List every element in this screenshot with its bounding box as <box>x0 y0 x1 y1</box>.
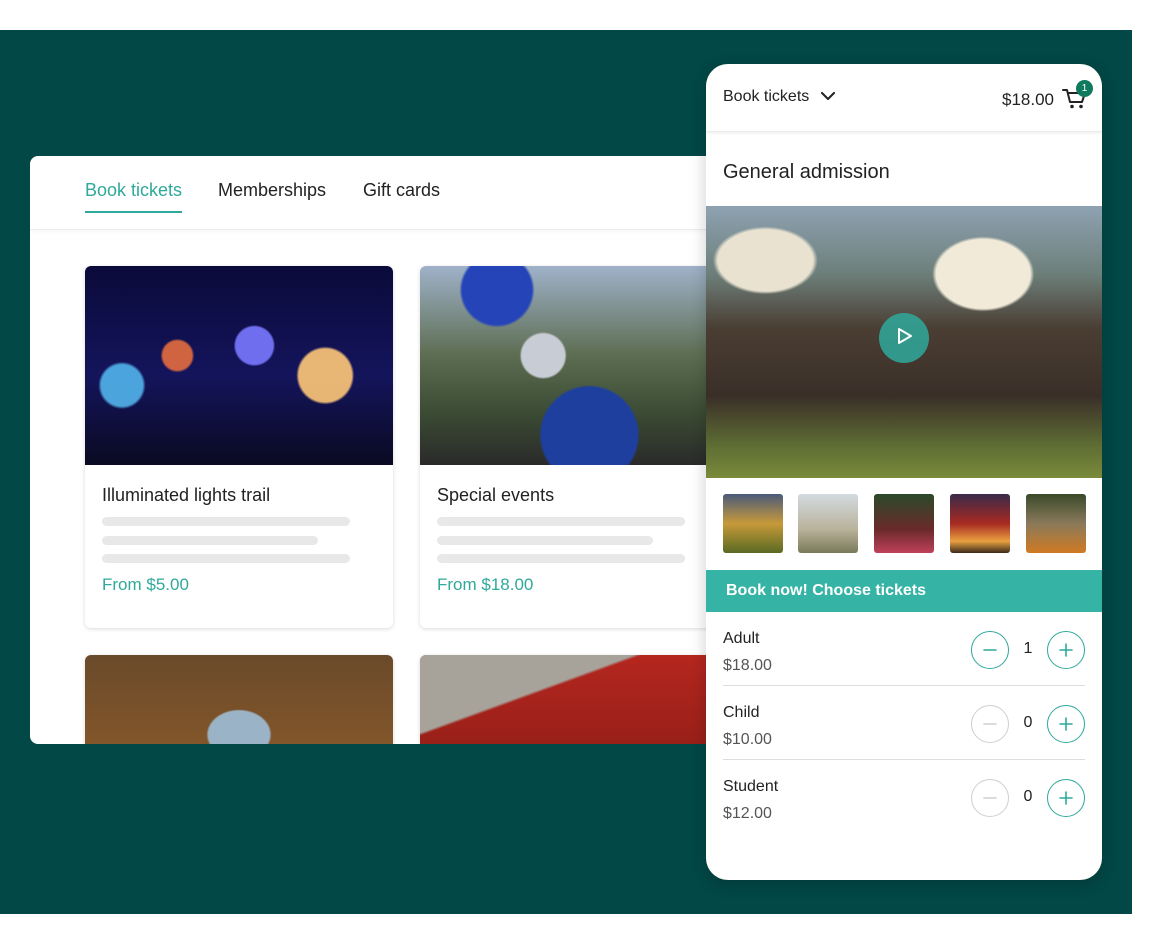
plus-icon <box>1059 791 1073 805</box>
placeholder-line <box>102 554 350 563</box>
pumpkin-patch-image <box>85 655 393 744</box>
ticket-row-student: Student $12.00 0 <box>723 760 1085 834</box>
thumbnail-red-barn[interactable] <box>950 494 1010 553</box>
placeholder-line <box>102 517 350 526</box>
cart-count-badge: 1 <box>1076 80 1093 97</box>
increment-button[interactable] <box>1047 705 1085 743</box>
play-icon <box>894 326 914 351</box>
booking-panel: Book tickets $18.00 1 General admission … <box>706 64 1102 880</box>
event-card-lights-trail[interactable]: Illuminated lights trail From $5.00 <box>85 266 393 628</box>
ticket-price: $12.00 <box>723 805 772 822</box>
increment-button[interactable] <box>1047 779 1085 817</box>
booking-header: Book tickets $18.00 1 <box>706 64 1102 132</box>
quantity-value: 1 <box>1023 640 1033 657</box>
tab-gift-cards[interactable]: Gift cards <box>363 180 440 201</box>
minus-icon <box>983 723 997 725</box>
chevron-down-icon <box>821 88 836 106</box>
event-card-pumpkin-patch[interactable] <box>85 655 393 744</box>
festival-hero-image <box>706 206 1102 478</box>
plus-icon <box>1059 643 1073 657</box>
lights-trail-image <box>85 266 393 465</box>
book-now-banner: Book now! Choose tickets <box>706 570 1102 612</box>
event-card-barn[interactable] <box>420 655 728 744</box>
card-price: From $5.00 <box>102 575 189 594</box>
plus-icon <box>1059 717 1073 731</box>
minus-icon <box>983 797 997 799</box>
thumbnail-flower-garden[interactable] <box>874 494 934 553</box>
book-tickets-dropdown[interactable]: Book tickets <box>723 88 836 106</box>
quantity-value: 0 <box>1023 714 1033 731</box>
decrement-button[interactable] <box>971 705 1009 743</box>
tab-bar: Book tickets Memberships Gift cards <box>30 156 790 230</box>
placeholder-line <box>437 517 685 526</box>
minus-icon <box>983 649 997 651</box>
decrement-button[interactable] <box>971 779 1009 817</box>
product-title: General admission <box>723 161 890 183</box>
placeholder-line <box>437 536 653 545</box>
ticket-name: Child <box>723 704 760 721</box>
quantity-stepper: 1 <box>971 631 1085 669</box>
thumbnail-sunflower-field[interactable] <box>723 494 783 553</box>
thumbnail-pumpkin-patch[interactable] <box>1026 494 1086 553</box>
event-card-special-events[interactable]: Special events From $18.00 <box>420 266 728 628</box>
ticket-name: Student <box>723 778 779 795</box>
thumbnail-couple-field[interactable] <box>798 494 858 553</box>
ticket-row-adult: Adult $18.00 1 <box>723 612 1085 686</box>
ticket-row-child: Child $10.00 0 <box>723 686 1085 760</box>
quantity-stepper: 0 <box>971 705 1085 743</box>
catalog-panel: Book tickets Memberships Gift cards Illu… <box>30 156 790 744</box>
quantity-value: 0 <box>1023 788 1033 805</box>
card-title: Illuminated lights trail <box>102 485 271 505</box>
red-barn-image <box>420 655 728 744</box>
quantity-stepper: 0 <box>971 779 1085 817</box>
ticket-price: $18.00 <box>723 657 772 674</box>
placeholder-line <box>437 554 685 563</box>
card-title: Special events <box>437 485 555 505</box>
ticket-price: $10.00 <box>723 731 772 748</box>
increment-button[interactable] <box>1047 631 1085 669</box>
card-price: From $18.00 <box>437 575 534 594</box>
decrement-button[interactable] <box>971 631 1009 669</box>
tab-memberships[interactable]: Memberships <box>218 180 326 201</box>
cart-total: $18.00 <box>1002 90 1054 109</box>
thumbnail-strip <box>723 494 1086 553</box>
play-button[interactable] <box>879 313 929 363</box>
knight-image <box>420 266 728 465</box>
tab-book-tickets[interactable]: Book tickets <box>85 180 183 213</box>
ticket-name: Adult <box>723 630 760 647</box>
placeholder-line <box>102 536 318 545</box>
dropdown-label: Book tickets <box>723 88 810 105</box>
